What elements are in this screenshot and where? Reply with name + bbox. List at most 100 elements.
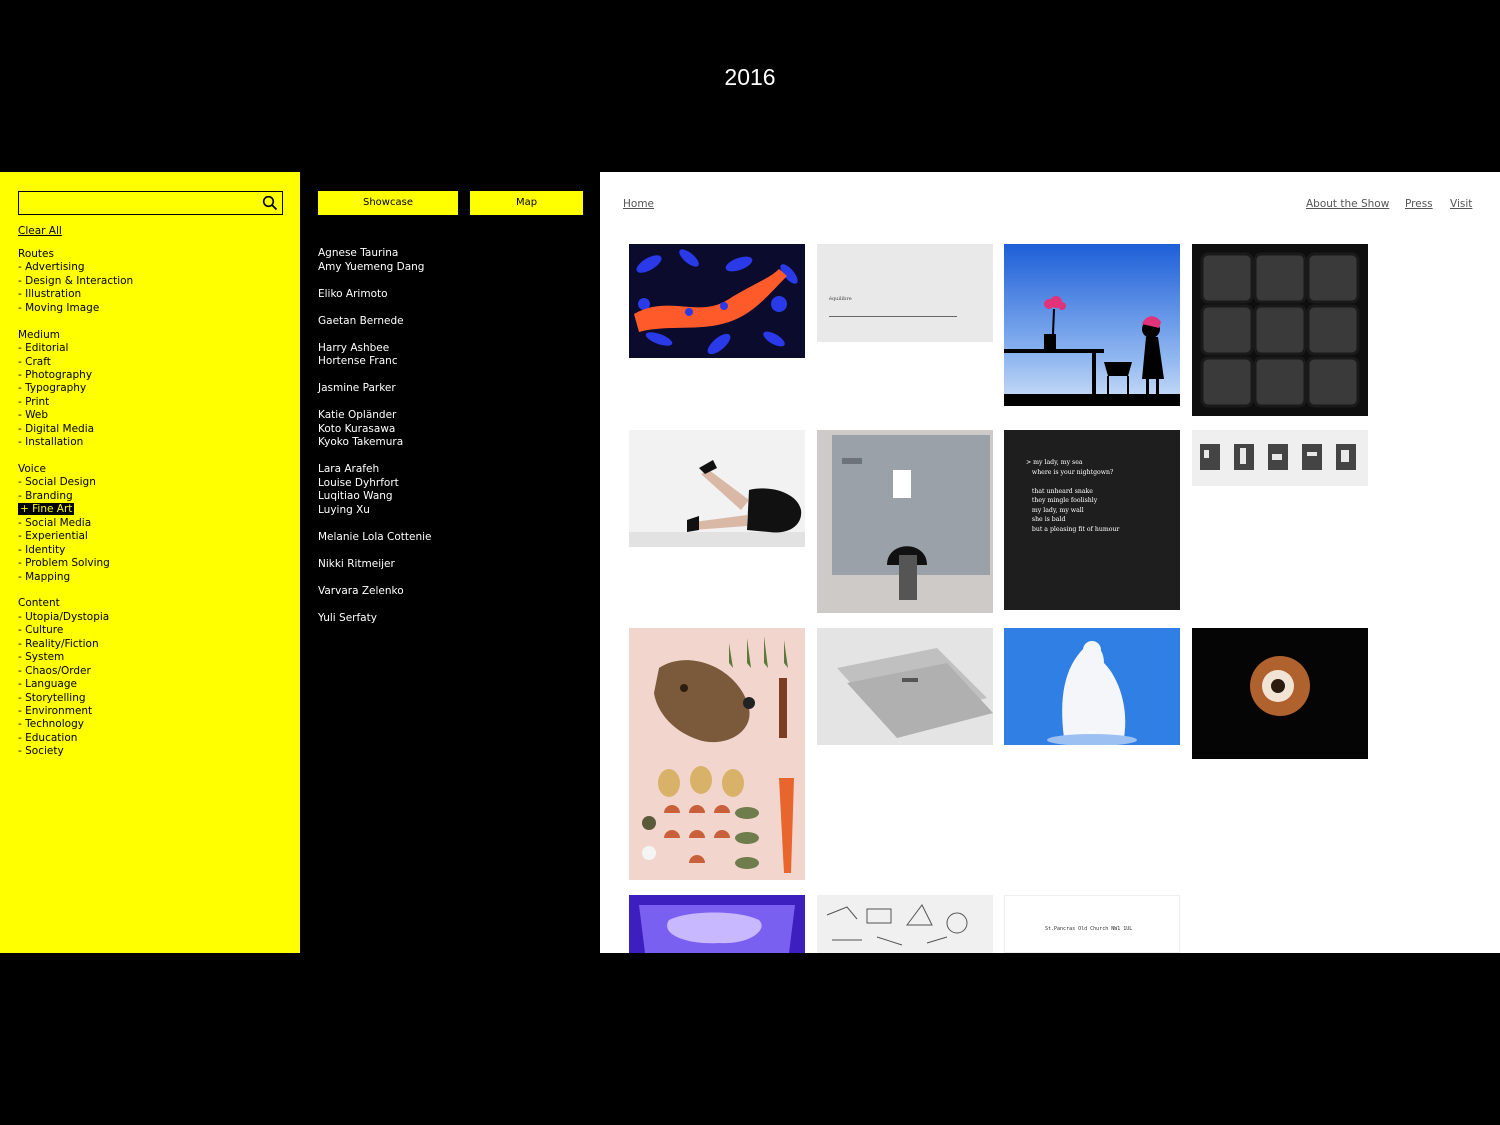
filter-item-label: - Craft (18, 355, 51, 368)
filter-item[interactable]: - Print (18, 396, 288, 409)
nav-home-link[interactable]: Home (623, 198, 654, 210)
filter-item[interactable]: - Social Media (18, 517, 288, 530)
project-thumbnail[interactable] (817, 895, 993, 953)
project-thumbnail[interactable] (629, 244, 805, 358)
filter-item[interactable]: - Branding (18, 490, 288, 503)
project-thumbnail[interactable] (629, 895, 805, 953)
project-thumbnail[interactable] (1004, 244, 1180, 406)
filter-item[interactable]: - Illustration (18, 288, 288, 301)
clear-all-link[interactable]: Clear All (18, 225, 62, 237)
student-name-link[interactable]: Eliko Arimoto (318, 288, 432, 302)
filter-item-active[interactable]: + Fine Art (18, 503, 288, 516)
student-name-link[interactable]: Kyoko Takemura (318, 436, 432, 450)
filter-item[interactable]: - Photography (18, 369, 288, 382)
filter-item-label: - Print (18, 395, 50, 408)
filter-item[interactable]: - Education (18, 732, 288, 745)
filter-item[interactable]: - Experiential (18, 530, 288, 543)
filter-item-label: - Chaos/Order (18, 664, 91, 677)
filter-group: Medium - Editorial - Craft - Photography - T… (18, 329, 288, 450)
filter-item[interactable]: - Problem Solving (18, 557, 288, 570)
poem-line: my lady, my wall (1026, 506, 1084, 514)
filter-item[interactable]: - Chaos/Order (18, 665, 288, 678)
student-name-link[interactable]: Jasmine Parker (318, 382, 432, 396)
filter-item[interactable]: - Reality/Fiction (18, 638, 288, 651)
filter-item[interactable]: - Mapping (18, 571, 288, 584)
project-thumbnail[interactable]: > my lady, my sea where is your nightgow… (1004, 430, 1180, 610)
student-name-link[interactable]: Katie Opländer (318, 409, 432, 423)
student-name-link[interactable]: Varvara Zelenko (318, 585, 432, 599)
student-name-link[interactable]: Agnese Taurina (318, 247, 432, 261)
search-field[interactable] (18, 191, 283, 215)
student-name-link[interactable]: Louise Dyhrfort (318, 477, 432, 491)
project-thumbnail[interactable] (817, 430, 993, 613)
filter-item[interactable]: - Culture (18, 624, 288, 637)
filter-item[interactable]: - Editorial (18, 342, 288, 355)
filter-item-label: - Identity (18, 543, 66, 556)
filter-item[interactable]: - Identity (18, 544, 288, 557)
poem-line: > my lady, my sea (1026, 459, 1083, 466)
filter-item-label: - Advertising (18, 261, 85, 274)
filter-item[interactable]: - Installation (18, 436, 288, 449)
filter-group-title: Routes (18, 248, 54, 260)
project-thumbnail[interactable] (1192, 430, 1368, 486)
student-name-link[interactable]: Lara Arafeh (318, 463, 432, 477)
name-group: Nikki Ritmeijer (318, 558, 432, 572)
project-thumbnail[interactable] (629, 628, 805, 880)
filter-item-label: - Reality/Fiction (18, 637, 99, 650)
poem-line: that unheard snake (1026, 487, 1093, 495)
search-icon[interactable] (262, 195, 278, 211)
project-thumbnail[interactable] (1004, 628, 1180, 745)
filter-list: Routes - Advertising - Design & Interactio… (18, 248, 288, 772)
filter-item[interactable]: - Technology (18, 718, 288, 731)
filter-item[interactable]: - Design & Interaction (18, 275, 288, 288)
student-name-link[interactable]: Luying Xu (318, 504, 432, 518)
equilibre-title: équilibre (829, 296, 852, 302)
project-thumbnail[interactable] (817, 628, 993, 745)
filter-item-label: - Editorial (18, 342, 69, 355)
student-name-link[interactable]: Yuli Serfaty (318, 612, 432, 626)
student-name-link[interactable]: Harry Ashbee (318, 342, 432, 356)
filter-item[interactable]: - Typography (18, 382, 288, 395)
filter-item-label: + Fine Art (18, 503, 75, 516)
name-group: Varvara Zelenko (318, 585, 432, 599)
poem-line (1026, 477, 1119, 487)
filter-item[interactable]: - Utopia/Dystopia (18, 611, 288, 624)
nav-visit-link[interactable]: Visit (1450, 198, 1472, 210)
project-thumbnail[interactable]: St.Pancras Old Church NW1 1UL (1004, 895, 1180, 953)
filter-item[interactable]: - Moving Image (18, 302, 288, 315)
filter-item[interactable]: - Language (18, 678, 288, 691)
filter-item[interactable]: - Craft (18, 356, 288, 369)
nav-about-link[interactable]: About the Show (1306, 198, 1389, 210)
nav-press-link[interactable]: Press (1405, 198, 1433, 210)
showcase-button[interactable]: Showcase (318, 191, 458, 215)
student-name-link[interactable]: Gaetan Bernede (318, 315, 432, 329)
student-name-link[interactable]: Melanie Lola Cottenie (318, 531, 432, 545)
poem-line: where is your nightgown? (1026, 468, 1114, 476)
filter-item-label: - Typography (18, 382, 87, 395)
student-name-link[interactable]: Nikki Ritmeijer (318, 558, 432, 572)
divider (829, 316, 957, 317)
student-name-link[interactable]: Koto Kurasawa (318, 423, 432, 437)
project-thumbnail[interactable] (629, 430, 805, 547)
map-button[interactable]: Map (470, 191, 583, 215)
filter-item[interactable]: - Society (18, 745, 288, 758)
filter-item[interactable]: - Storytelling (18, 692, 288, 705)
name-group: Jasmine Parker (318, 382, 432, 396)
student-name-link[interactable]: Amy Yuemeng Dang (318, 261, 432, 275)
filter-item[interactable]: - Advertising (18, 261, 288, 274)
filter-item-label: - Photography (18, 368, 93, 381)
project-thumbnail[interactable] (1192, 628, 1368, 759)
filter-item[interactable]: - Environment (18, 705, 288, 718)
project-thumbnail[interactable]: équilibre (817, 244, 993, 342)
filter-item-label: - Technology (18, 718, 84, 731)
filter-item[interactable]: - Web (18, 409, 288, 422)
project-thumbnail[interactable] (1192, 244, 1368, 416)
filter-item-label: - System (18, 651, 65, 664)
filter-item[interactable]: - Social Design (18, 476, 288, 489)
search-input[interactable] (19, 192, 259, 214)
filter-item-label: - Society (18, 745, 64, 758)
student-name-link[interactable]: Luqitiao Wang (318, 490, 432, 504)
filter-item[interactable]: - Digital Media (18, 423, 288, 436)
student-name-link[interactable]: Hortense Franc (318, 355, 432, 369)
filter-item[interactable]: - System (18, 651, 288, 664)
